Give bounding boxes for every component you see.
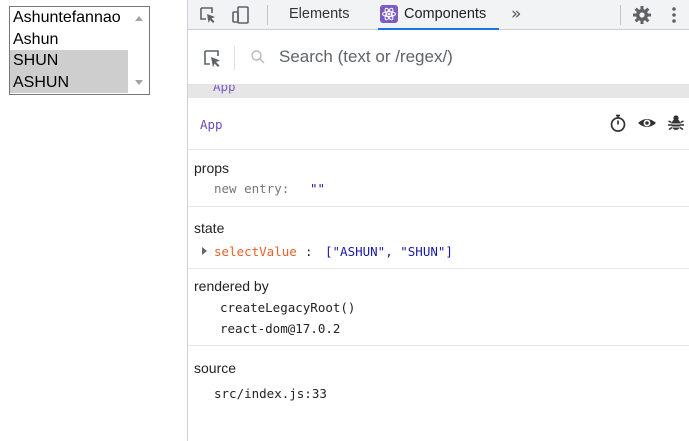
state-value[interactable]: ["ASHUN", "SHUN"]	[325, 244, 453, 259]
tab-elements[interactable]: Elements	[289, 0, 349, 30]
listbox-option-selected[interactable]: SHUN	[10, 50, 128, 72]
props-title: props	[194, 160, 230, 176]
state-title: state	[194, 220, 225, 236]
search-icon	[250, 49, 266, 65]
more-options-icon[interactable]	[663, 4, 685, 26]
component-search-bar: Search (text or /regex/)	[188, 31, 689, 85]
source-title: source	[194, 360, 237, 376]
source-section: source src/index.js:33	[188, 346, 689, 441]
react-components-icon	[380, 5, 398, 23]
inspect-element-icon[interactable]	[197, 4, 219, 26]
listbox-option[interactable]: Ashuntefannao	[10, 7, 128, 29]
listbox-scrollbar[interactable]	[129, 7, 149, 94]
settings-gear-icon[interactable]	[631, 4, 653, 26]
rendered-by-item[interactable]: createLegacyRoot()	[220, 300, 355, 315]
toolbar-divider	[620, 5, 621, 25]
expand-caret-icon[interactable]	[202, 247, 207, 255]
component-breadcrumb: App	[188, 85, 689, 98]
rendered-by-section: rendered by createLegacyRoot() react-dom…	[188, 269, 689, 346]
more-tabs-chevron-icon[interactable]: »	[511, 0, 521, 30]
listbox-option-selected[interactable]: ASHUN	[10, 71, 128, 93]
listbox-option[interactable]: Ashun	[10, 29, 128, 51]
select-component-icon[interactable]	[202, 48, 224, 70]
fruit-multiselect[interactable]: Ashuntefannao Ashun SHUN ASHUN	[9, 6, 150, 95]
tab-components[interactable]: Components	[378, 0, 499, 30]
devtools-toolbar: Elements Components »	[188, 0, 689, 30]
scroll-down-icon[interactable]	[135, 80, 143, 85]
component-name: App	[200, 117, 223, 132]
state-key[interactable]: selectValue	[214, 244, 297, 259]
breadcrumb-item-app[interactable]: App	[213, 85, 236, 94]
state-colon: :	[305, 244, 313, 259]
props-section: props new entry: ""	[188, 150, 689, 207]
search-divider	[234, 46, 235, 70]
source-file-link[interactable]: src/index.js:33	[214, 386, 327, 401]
rendered-by-title: rendered by	[194, 278, 269, 294]
tab-components-label: Components	[404, 6, 487, 22]
eye-icon[interactable]	[637, 113, 657, 133]
selected-component-header: App	[188, 98, 689, 150]
state-section: state selectValue : ["ASHUN", "SHUN"]	[188, 207, 689, 269]
search-input[interactable]: Search (text or /regex/)	[279, 47, 453, 67]
toolbar-divider	[267, 5, 268, 25]
device-toggle-icon[interactable]	[230, 4, 252, 26]
new-entry-value[interactable]: ""	[310, 181, 325, 196]
scroll-up-icon[interactable]	[135, 16, 143, 21]
stopwatch-icon[interactable]	[608, 113, 628, 133]
new-entry-key[interactable]: new entry:	[214, 181, 289, 196]
bug-icon[interactable]	[666, 113, 686, 133]
rendered-by-item: react-dom@17.0.2	[220, 321, 341, 336]
devtools-panel: Elements Components » Search (text or /r…	[187, 0, 689, 441]
